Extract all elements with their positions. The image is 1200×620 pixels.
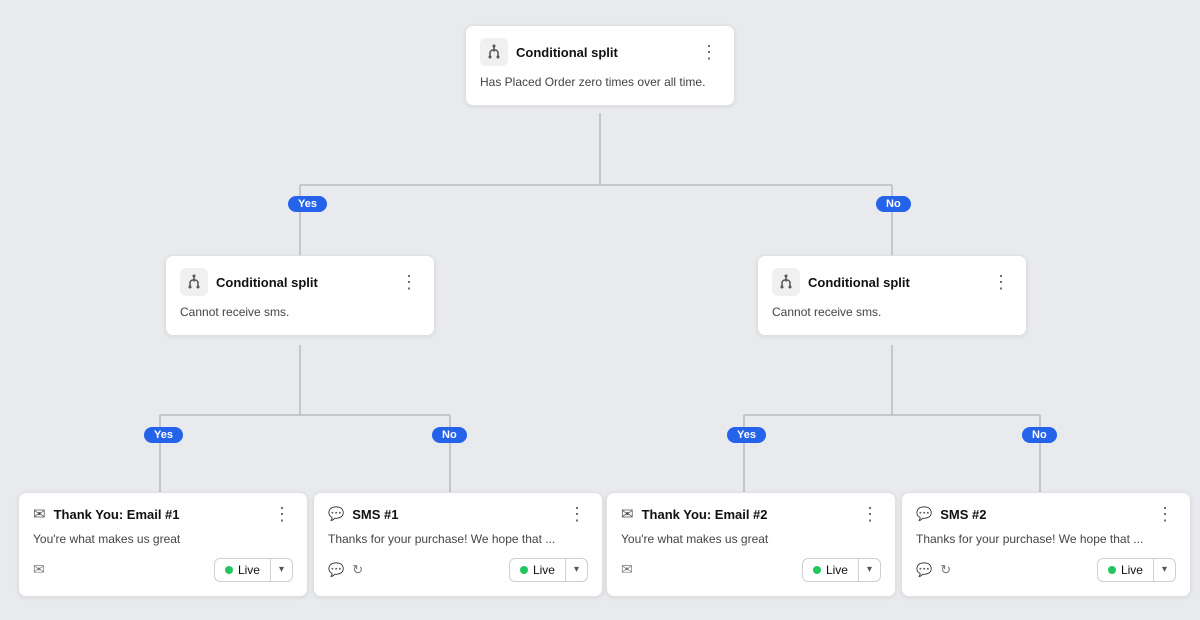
badge-no-bottom-4: No	[1022, 427, 1057, 443]
bottom-card-1-description: You're what makes us great	[33, 531, 293, 548]
live-dot	[520, 566, 528, 574]
bottom-card-2-description: Thanks for your purchase! We hope that .…	[328, 531, 588, 548]
badge-yes-bottom-1: Yes	[144, 427, 183, 443]
bottom-card-3: ✉ Thank You: Email #2 ⋮ You're what make…	[606, 492, 896, 597]
card-footer: ✉ Live ▾	[33, 558, 293, 582]
email-footer-icon: ✉	[621, 561, 633, 578]
live-label: Live	[1121, 563, 1143, 577]
live-dot	[1108, 566, 1116, 574]
footer-icons: ✉	[621, 561, 633, 578]
live-main: Live	[1098, 559, 1154, 581]
card-header-left: 💬 SMS #1	[328, 506, 398, 522]
live-status-button-2[interactable]: Live ▾	[509, 558, 588, 582]
live-label: Live	[826, 563, 848, 577]
card-header-left: Conditional split	[480, 38, 618, 66]
mid-right-card-title: Conditional split	[808, 275, 910, 290]
card-header-left: Conditional split	[180, 268, 318, 296]
mid-left-card-description: Cannot receive sms.	[180, 304, 420, 321]
top-card-title: Conditional split	[516, 45, 618, 60]
card-header: Conditional split ⋮	[180, 268, 420, 296]
live-label: Live	[238, 563, 260, 577]
badge-yes-bottom-3: Yes	[727, 427, 766, 443]
mid-right-card-description: Cannot receive sms.	[772, 304, 1012, 321]
card-header-left: Conditional split	[772, 268, 910, 296]
mid-left-conditional-split-card: Conditional split ⋮ Cannot receive sms.	[165, 255, 435, 336]
canvas: Conditional split ⋮ Has Placed Order zer…	[0, 0, 1200, 620]
bottom-card-3-description: You're what makes us great	[621, 531, 881, 548]
chevron-down-icon: ▾	[271, 560, 292, 579]
card-header: 💬 SMS #2 ⋮	[916, 505, 1176, 523]
email-footer-icon: ✉	[33, 561, 45, 578]
live-main: Live	[215, 559, 271, 581]
card-header-left: ✉ Thank You: Email #1	[33, 505, 180, 523]
sms-footer-icon: 💬	[916, 562, 932, 578]
live-main: Live	[803, 559, 859, 581]
footer-icons: 💬 ↻	[916, 562, 951, 578]
top-conditional-split-card: Conditional split ⋮ Has Placed Order zer…	[465, 25, 735, 106]
conditional-split-icon	[180, 268, 208, 296]
chevron-down-icon: ▾	[859, 560, 880, 579]
mid-left-card-more-button[interactable]: ⋮	[398, 273, 420, 291]
bottom-card-1: ✉ Thank You: Email #1 ⋮ You're what make…	[18, 492, 308, 597]
mid-right-card-more-button[interactable]: ⋮	[990, 273, 1012, 291]
footer-icons: 💬 ↻	[328, 562, 363, 578]
card-header: Conditional split ⋮	[772, 268, 1012, 296]
card-header-left: ✉ Thank You: Email #2	[621, 505, 768, 523]
live-label: Live	[533, 563, 555, 577]
card-header: ✉ Thank You: Email #2 ⋮	[621, 505, 881, 523]
badge-no-bottom-2: No	[432, 427, 467, 443]
bottom-card-4-more-button[interactable]: ⋮	[1154, 505, 1176, 523]
live-dot	[225, 566, 233, 574]
conditional-split-icon	[480, 38, 508, 66]
chevron-down-icon: ▾	[566, 560, 587, 579]
bottom-card-4: 💬 SMS #2 ⋮ Thanks for your purchase! We …	[901, 492, 1191, 597]
card-header: 💬 SMS #1 ⋮	[328, 505, 588, 523]
sms-icon: 💬	[916, 506, 932, 522]
bottom-card-3-title: Thank You: Email #2	[642, 507, 768, 522]
bottom-card-4-description: Thanks for your purchase! We hope that .…	[916, 531, 1176, 548]
refresh-footer-icon: ↻	[352, 562, 363, 578]
bottom-card-1-title: Thank You: Email #1	[54, 507, 180, 522]
live-status-button-4[interactable]: Live ▾	[1097, 558, 1176, 582]
conditional-split-icon	[772, 268, 800, 296]
sms-icon: 💬	[328, 506, 344, 522]
bottom-card-3-more-button[interactable]: ⋮	[859, 505, 881, 523]
top-card-more-button[interactable]: ⋮	[698, 43, 720, 61]
refresh-footer-icon: ↻	[940, 562, 951, 578]
live-main: Live	[510, 559, 566, 581]
bottom-card-2: 💬 SMS #1 ⋮ Thanks for your purchase! We …	[313, 492, 603, 597]
card-footer: 💬 ↻ Live ▾	[328, 558, 588, 582]
live-status-button-3[interactable]: Live ▾	[802, 558, 881, 582]
bottom-card-4-title: SMS #2	[940, 507, 986, 522]
card-footer: 💬 ↻ Live ▾	[916, 558, 1176, 582]
live-dot	[813, 566, 821, 574]
card-footer: ✉ Live ▾	[621, 558, 881, 582]
bottom-card-1-more-button[interactable]: ⋮	[271, 505, 293, 523]
footer-icons: ✉	[33, 561, 45, 578]
badge-no-right: No	[876, 196, 911, 212]
live-status-button-1[interactable]: Live ▾	[214, 558, 293, 582]
top-card-description: Has Placed Order zero times over all tim…	[480, 74, 720, 91]
mid-right-conditional-split-card: Conditional split ⋮ Cannot receive sms.	[757, 255, 1027, 336]
sms-footer-icon: 💬	[328, 562, 344, 578]
badge-yes-left: Yes	[288, 196, 327, 212]
bottom-card-2-title: SMS #1	[352, 507, 398, 522]
card-header-left: 💬 SMS #2	[916, 506, 986, 522]
card-header: Conditional split ⋮	[480, 38, 720, 66]
card-header: ✉ Thank You: Email #1 ⋮	[33, 505, 293, 523]
chevron-down-icon: ▾	[1154, 560, 1175, 579]
email-icon: ✉	[33, 505, 46, 523]
bottom-card-2-more-button[interactable]: ⋮	[566, 505, 588, 523]
mid-left-card-title: Conditional split	[216, 275, 318, 290]
email-icon: ✉	[621, 505, 634, 523]
